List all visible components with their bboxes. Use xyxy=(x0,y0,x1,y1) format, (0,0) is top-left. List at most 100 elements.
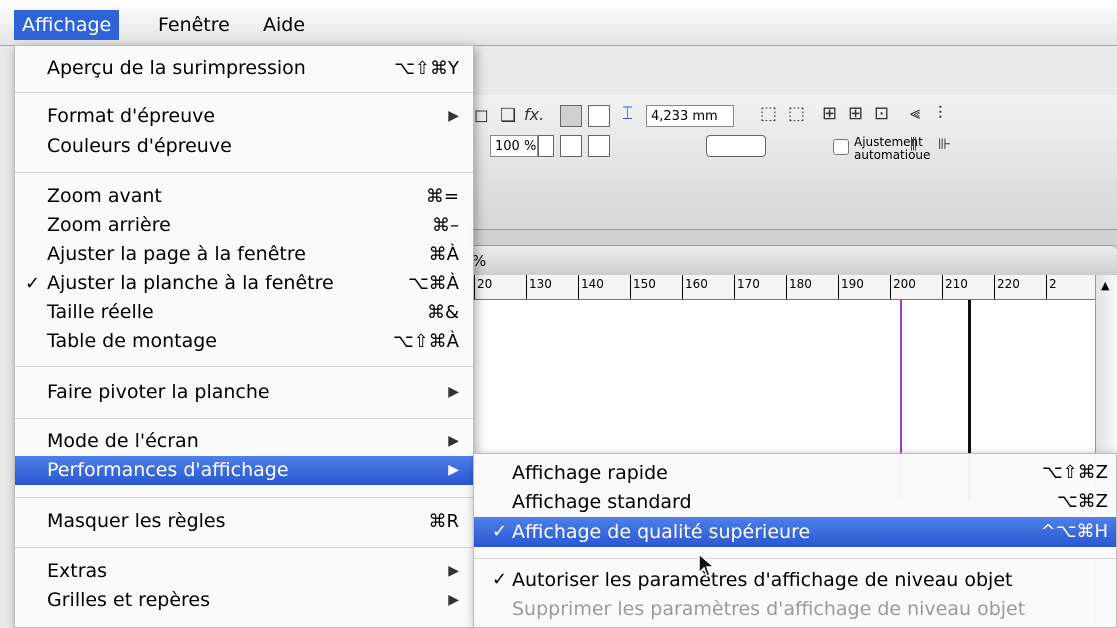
ruler-tick-label: 150 xyxy=(633,277,656,291)
document-tab[interactable]: % xyxy=(470,245,1117,276)
menu-separator xyxy=(15,172,473,173)
center-content-icon[interactable]: ⊡ xyxy=(874,103,889,124)
stroke-weight-icon: ⌶ xyxy=(622,103,633,124)
menubar-aide[interactable]: Aide xyxy=(255,10,313,40)
ruler-tick-label: 140 xyxy=(581,277,604,291)
ruler-tick-label: 2 xyxy=(1049,277,1057,291)
menu-item-proof-setup[interactable]: Format d'épreuve ▶ xyxy=(15,102,473,131)
menu-separator xyxy=(474,558,1116,559)
ruler-tick xyxy=(994,275,995,299)
menu-item-shortcut: ⌥⌘À xyxy=(407,273,459,294)
ruler-tick xyxy=(682,275,683,299)
menu-item-screen-mode[interactable]: Mode de l'écran ▶ xyxy=(15,427,473,456)
distribute-spacing-icon[interactable]: ⊪ xyxy=(938,135,951,153)
fit-content-icon[interactable]: ⬚ xyxy=(788,103,805,124)
menu-item-pasteboard[interactable]: Table de montage ⌥⇧⌘À xyxy=(15,327,473,356)
distribute-icon[interactable]: ⫼ xyxy=(910,135,917,153)
submenu-item-shortcut: ^⌥⌘H xyxy=(1040,521,1108,542)
menu-item-fit-spread[interactable]: ✓ Ajuster la planche à la fenêtre ⌥⌘À xyxy=(15,269,473,298)
submenu-arrow-icon: ▶ xyxy=(448,433,459,449)
menu-item-zoom-in[interactable]: Zoom avant ⌘= xyxy=(15,182,473,211)
center-icon[interactable] xyxy=(560,135,582,157)
menu-item-label: Taille réelle xyxy=(47,301,154,323)
fit-frame-icon[interactable]: ⬚ xyxy=(760,103,777,124)
display-performance-submenu: Affichage rapide ⌥⇧⌘Z Affichage standard… xyxy=(473,453,1117,628)
stroke-weight-field[interactable]: 4,233 mm xyxy=(646,105,734,127)
menu-item-label: Masquer les règles xyxy=(47,510,226,532)
menu-item-label: Faire pivoter la planche xyxy=(47,381,270,403)
submenu-arrow-icon: ▶ xyxy=(448,384,459,400)
align-center-icon[interactable]: ⫶ xyxy=(938,103,943,124)
menu-item-label: Zoom arrière xyxy=(47,214,171,236)
ruler-tick xyxy=(526,275,527,299)
align-left-icon[interactable]: ⫷ xyxy=(910,103,920,124)
menu-item-shortcut: ⌘& xyxy=(426,302,459,323)
menu-item-label: Extras xyxy=(47,560,108,582)
auto-fit-checkbox[interactable] xyxy=(833,139,849,155)
horizontal-ruler[interactable]: 20 130 140 150 160 170 180 190 200 210 220 2 xyxy=(470,275,1095,300)
menu-item-rotate-spread[interactable]: Faire pivoter la planche ▶ xyxy=(15,378,473,407)
submenu-item-allow-object-level[interactable]: ✓ Autoriser les paramètres d'affichage d… xyxy=(474,565,1116,595)
scale-stepper-icon[interactable] xyxy=(538,135,554,157)
menu-item-extras[interactable]: Extras ▶ xyxy=(15,557,473,586)
submenu-item-label: Affichage standard xyxy=(512,491,692,513)
menu-item-fit-page[interactable]: Ajuster la page à la fenêtre ⌘À xyxy=(15,240,473,269)
ruler-tick xyxy=(786,275,787,299)
menu-item-hide-rulers[interactable]: Masquer les règles ⌘R xyxy=(15,507,473,536)
menu-separator xyxy=(15,418,473,419)
submenu-item-typical-display[interactable]: Affichage standard ⌥⌘Z xyxy=(474,487,1116,517)
baseline-icon[interactable] xyxy=(588,135,610,157)
menu-item-label: Ajuster la planche à la fenêtre xyxy=(47,272,334,294)
menu-separator xyxy=(15,497,473,498)
corner-options-dropdown[interactable] xyxy=(706,135,766,157)
menu-item-actual-size[interactable]: Taille réelle ⌘& xyxy=(15,298,473,327)
submenu-item-label: Autoriser les paramètres d'affichage de … xyxy=(512,569,1013,591)
shadow-icon[interactable]: ❑ xyxy=(500,105,516,126)
submenu-item-clear-object-level: Supprimer les paramètres d'affichage de … xyxy=(474,594,1116,624)
ruler-tick-label: 190 xyxy=(841,277,864,291)
submenu-arrow-icon: ▶ xyxy=(448,462,459,478)
menubar-affichage[interactable]: Affichage xyxy=(14,10,120,40)
menu-item-grids-guides[interactable]: Grilles et repères ▶ xyxy=(15,586,473,615)
submenu-item-label: Supprimer les paramètres d'affichage de … xyxy=(512,598,1026,620)
menubar-fenetre[interactable]: Fenêtre xyxy=(150,10,238,40)
control-panel: ◻ ❑ fx. ⌶ 4,233 mm 100 % ⬚ ⬚ ⊞ ⊞ ⊡ ⫷ ⫶ A… xyxy=(470,95,1117,230)
checkmark-icon: ✓ xyxy=(492,569,508,590)
fit-proportional-icon[interactable]: ⊞ xyxy=(848,103,863,124)
submenu-item-label: Affichage de qualité supérieure xyxy=(512,521,811,543)
frame-icon[interactable]: ◻ xyxy=(474,105,489,126)
menu-item-label: Format d'épreuve xyxy=(47,105,216,127)
fx-icon[interactable]: fx. xyxy=(524,105,544,124)
auto-fit-label-2: automatioue xyxy=(854,148,931,162)
menu-item-shortcut: ⌥⇧⌘À xyxy=(392,331,459,352)
text-frame-icon[interactable] xyxy=(588,105,610,127)
submenu-arrow-icon: ▶ xyxy=(448,592,459,608)
menu-item-shortcut: ⌘– xyxy=(432,215,459,236)
ruler-tick xyxy=(838,275,839,299)
affichage-menu: Aperçu de la surimpression ⌥⇧⌘Y Format d… xyxy=(14,45,474,628)
ruler-tick xyxy=(474,275,475,299)
text-align-icon[interactable] xyxy=(560,105,582,127)
submenu-item-shortcut: ⌥⌘Z xyxy=(1056,491,1108,512)
fill-proportional-icon[interactable]: ⊞ xyxy=(822,103,837,124)
scroll-up-icon[interactable]: ▲ xyxy=(1101,279,1109,292)
submenu-item-fast-display[interactable]: Affichage rapide ⌥⇧⌘Z xyxy=(474,458,1116,488)
menu-item-label: Aperçu de la surimpression xyxy=(47,57,306,79)
ruler-tick-label: 220 xyxy=(997,277,1020,291)
ruler-tick-label: 130 xyxy=(529,277,552,291)
menu-item-overprint-preview[interactable]: Aperçu de la surimpression ⌥⇧⌘Y xyxy=(15,54,473,83)
scale-field[interactable]: 100 % xyxy=(490,135,538,157)
mouse-cursor-icon xyxy=(698,553,717,577)
menu-item-shortcut: ⌘R xyxy=(428,511,459,532)
menu-item-proof-colors[interactable]: Couleurs d'épreuve xyxy=(15,132,473,161)
menu-item-label: Mode de l'écran xyxy=(47,430,199,452)
submenu-item-label: Affichage rapide xyxy=(512,462,668,484)
ruler-tick-label: 170 xyxy=(737,277,760,291)
checkmark-icon: ✓ xyxy=(25,273,41,294)
submenu-item-shortcut: ⌥⇧⌘Z xyxy=(1041,462,1108,483)
menu-item-zoom-out[interactable]: Zoom arrière ⌘– xyxy=(15,211,473,240)
submenu-item-high-quality-display[interactable]: ✓ Affichage de qualité supérieure ^⌥⌘H xyxy=(474,517,1116,547)
ruler-tick-label: 180 xyxy=(789,277,812,291)
ruler-tick xyxy=(734,275,735,299)
menu-item-display-performance[interactable]: Performances d'affichage ▶ xyxy=(15,456,473,485)
